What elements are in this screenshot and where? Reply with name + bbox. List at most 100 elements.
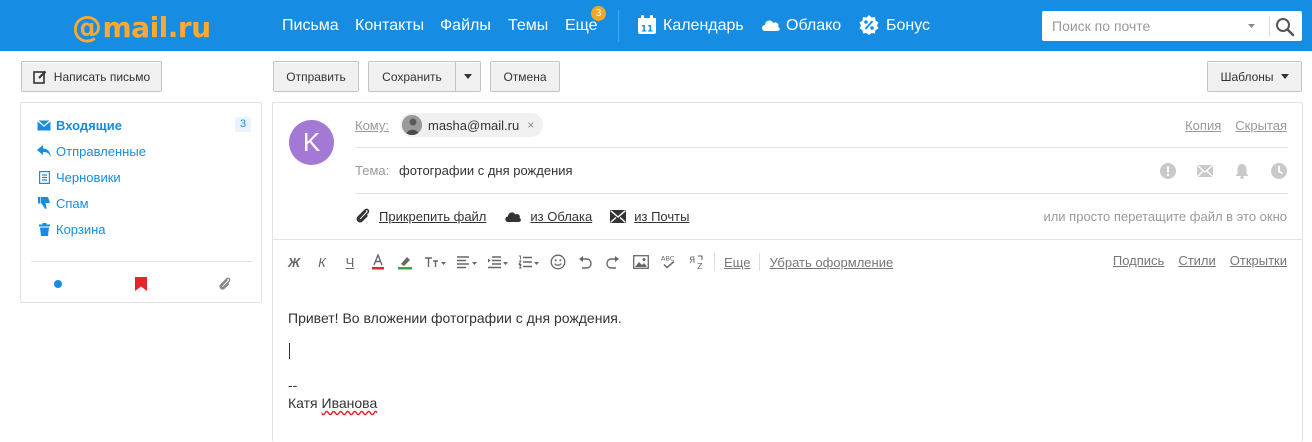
notification-envelope-icon[interactable]: [1197, 163, 1213, 179]
bonus-percent-icon[interactable]: [859, 15, 879, 35]
emoji-button[interactable]: [550, 253, 566, 271]
templates-button[interactable]: Шаблоны: [1207, 61, 1302, 92]
remove-recipient-icon[interactable]: ×: [527, 118, 534, 132]
reminder-bell-icon[interactable]: [1234, 163, 1250, 179]
highlight-icon: [398, 257, 412, 270]
attachment-icon[interactable]: [217, 276, 233, 292]
spellcheck-button[interactable]: ABC: [661, 253, 677, 271]
align-button[interactable]: [456, 253, 478, 271]
svg-text:ABC: ABC: [661, 255, 675, 263]
to-label[interactable]: Кому:: [355, 118, 389, 133]
font-size-icon: [425, 257, 446, 267]
highlight-color-button[interactable]: [397, 253, 413, 271]
bold-button[interactable]: Ж: [287, 253, 301, 271]
copy-link[interactable]: Копия: [1185, 118, 1221, 133]
folders-sidebar: Входящие 3 Отправленные Черновики Спам К…: [20, 102, 262, 303]
search-input[interactable]: [1042, 11, 1242, 41]
undo-button[interactable]: [578, 253, 592, 271]
italic-button[interactable]: К: [315, 253, 329, 271]
chevron-down-icon: [1280, 74, 1289, 79]
folder-inbox[interactable]: Входящие 3: [37, 116, 251, 134]
insert-image-button[interactable]: [633, 253, 649, 271]
recipient-chip[interactable]: masha@mail.ru ×: [400, 113, 544, 137]
unread-dot-icon[interactable]: [50, 276, 66, 292]
redo-button[interactable]: [606, 253, 620, 271]
cancel-button[interactable]: Отмена: [490, 61, 560, 92]
subject-input[interactable]: фотографии с дня рождения: [399, 163, 573, 178]
chevron-down-icon: [464, 74, 472, 79]
calendar-icon[interactable]: 11: [637, 15, 657, 35]
text-color-button[interactable]: [371, 253, 385, 271]
signature-link[interactable]: Подпись: [1113, 253, 1164, 268]
search-divider: [1269, 16, 1270, 36]
nav-divider: [618, 10, 619, 42]
cloud-icon[interactable]: [760, 15, 780, 35]
bcc-link[interactable]: Скрытая: [1235, 118, 1287, 133]
align-left-icon: [457, 256, 477, 269]
save-options-button[interactable]: [455, 61, 481, 92]
spellcheck-icon: ABC: [661, 255, 675, 269]
folder-trash[interactable]: Корзина: [37, 220, 251, 238]
more-formatting-link[interactable]: Еще: [724, 253, 750, 271]
postcards-link[interactable]: Открытки: [1230, 253, 1287, 268]
signature-name[interactable]: Катя Иванова: [288, 395, 377, 411]
spam-icon: [37, 196, 51, 210]
inbox-count-badge: 3: [235, 117, 251, 132]
toolbar-divider: [714, 253, 715, 271]
signature-separator: --: [288, 377, 298, 393]
importance-icon[interactable]: [1160, 163, 1176, 179]
translit-icon: ЯZ: [689, 255, 703, 270]
sent-icon: [37, 144, 51, 158]
image-icon: [633, 255, 649, 269]
message-options: [1139, 163, 1287, 179]
editor-toolbar: Ж К Ч ABC ЯZ Еще Убрать оформление: [287, 253, 893, 271]
mailru-logo[interactable]: @ mail .ru: [72, 10, 211, 45]
search-icon[interactable]: [1275, 17, 1295, 37]
svg-text:11: 11: [641, 25, 654, 35]
folder-sent[interactable]: Отправленные: [37, 142, 251, 160]
nav-calendar[interactable]: Календарь: [663, 17, 744, 35]
save-button[interactable]: Сохранить: [368, 61, 456, 92]
top-bar: @ mail .ru Письма Контакты Файлы Темы Еще …: [0, 0, 1312, 51]
styles-link[interactable]: Стили: [1178, 253, 1215, 268]
nav-files[interactable]: Файлы: [440, 17, 491, 35]
write-letter-button[interactable]: Написать письмо: [21, 61, 162, 92]
numbered-list-icon: [518, 255, 539, 269]
message-body-text[interactable]: Привет! Во вложении фотографии с дня рож…: [288, 310, 622, 326]
nav-contacts[interactable]: Контакты: [355, 17, 424, 35]
drafts-icon: [37, 170, 51, 184]
recipient-address: masha@mail.ru: [428, 117, 520, 133]
cloud-icon: [505, 212, 522, 222]
undo-icon: [579, 256, 592, 269]
indent-button[interactable]: [487, 253, 509, 271]
subject-label: Тема:: [355, 163, 390, 178]
nav-cloud[interactable]: Облако: [786, 17, 841, 35]
field-divider: [355, 193, 1288, 194]
nav-themes[interactable]: Темы: [508, 17, 548, 35]
from-cloud-link[interactable]: из Облака: [504, 209, 592, 224]
field-divider: [355, 147, 1288, 148]
nav-letters[interactable]: Письма: [282, 17, 339, 35]
editor-divider: [273, 239, 1302, 240]
list-button[interactable]: [518, 253, 540, 271]
underline-button[interactable]: Ч: [343, 253, 357, 271]
attach-file-link[interactable]: Прикрепить файл: [355, 208, 486, 224]
translit-button[interactable]: ЯZ: [689, 253, 705, 271]
nav-bonus[interactable]: Бонус: [886, 17, 930, 35]
font-size-button[interactable]: [424, 253, 446, 271]
from-mail-link[interactable]: из Почты: [610, 209, 689, 224]
folder-drafts[interactable]: Черновики: [37, 168, 251, 186]
nav-more-badge: 3: [591, 6, 606, 21]
folder-spam[interactable]: Спам: [37, 194, 251, 212]
toolbar-divider: [759, 253, 761, 271]
nav-more[interactable]: Еще: [565, 17, 598, 35]
text-cursor: [289, 343, 290, 359]
search-scope-dropdown-icon[interactable]: [1248, 24, 1255, 28]
compose-icon: [32, 70, 46, 84]
compose-panel: K Кому: masha@mail.ru × Копия Скрытая Тем…: [272, 102, 1303, 442]
flag-icon[interactable]: [133, 276, 149, 292]
delayed-send-clock-icon[interactable]: [1271, 163, 1287, 179]
send-button[interactable]: Отправить: [273, 61, 359, 92]
smiley-icon: [550, 254, 566, 270]
clear-formatting-link[interactable]: Убрать оформление: [769, 253, 893, 271]
